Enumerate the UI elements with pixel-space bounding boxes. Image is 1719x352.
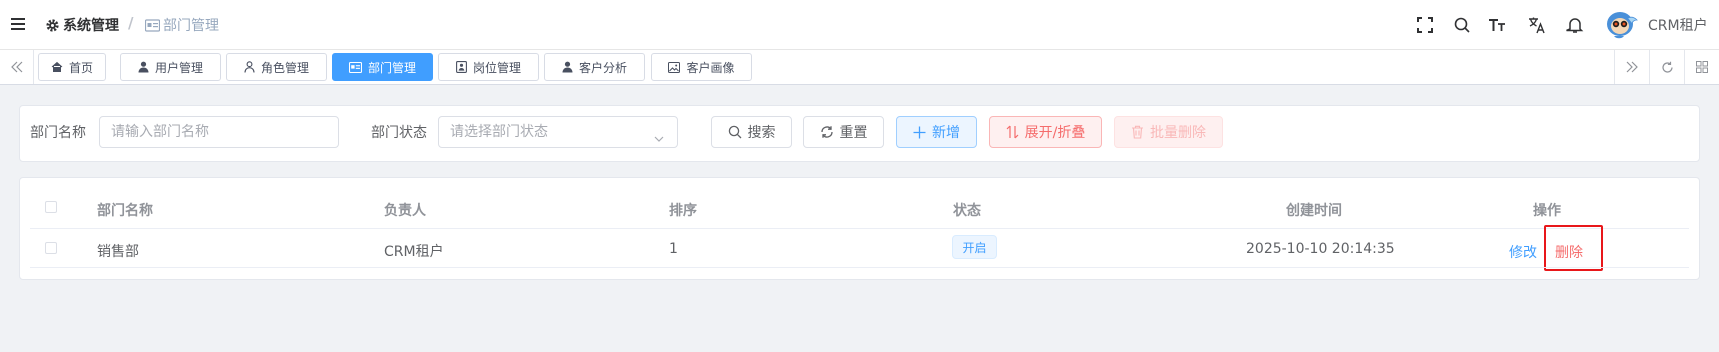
chevron-down-icon [653,126,665,156]
double-chevron-right-icon [1626,61,1638,73]
refresh-icon [820,126,833,138]
column-header-dept-name: 部门名称 [97,203,153,219]
search-button-label: 搜索 [747,125,776,141]
tab-customer-analysis[interactable]: 客户分析 [544,53,645,81]
search-button[interactable]: 搜索 [711,116,792,148]
breadcrumb-current: 部门管理 [145,15,219,35]
select-all-checkbox[interactable] [45,201,57,213]
delete-link[interactable]: 删除 [1555,242,1583,262]
add-button-label: 新增 [932,125,960,141]
refresh-button[interactable] [1649,50,1684,84]
top-navbar: 系统管理 / 部门管理 CRM租户 [0,0,1719,50]
column-header-created-time: 创建时间 [1286,203,1342,219]
column-header-status: 状态 [953,203,981,219]
tab-role-management-label: 角色管理 [260,60,309,75]
id-card-icon [145,18,160,32]
dept-name-placeholder: 请输入部门名称 [111,124,209,140]
reset-button[interactable]: 重置 [803,116,884,148]
tabs-scroll-left-button[interactable] [0,50,34,84]
dept-name-label: 部门名称 [30,125,86,141]
user-outline-icon [244,61,255,73]
avatar-icon[interactable] [1606,9,1642,41]
tags-view-bar: 首页 用户管理 角色管理 部门管理 岗位管理 客户分析 客户画像 [0,50,1719,85]
gear-icon [46,18,59,32]
double-chevron-left-icon [10,61,22,73]
column-header-actions: 操作 [1533,203,1561,219]
dept-status-select[interactable]: 请选择部门状态 [438,116,678,148]
fullscreen-icon[interactable] [1416,16,1434,34]
user-icon [138,61,149,73]
tab-dept-management[interactable]: 部门管理 [332,53,433,81]
add-button[interactable]: 新增 [896,116,977,148]
plus-icon [913,126,926,138]
column-header-sort: 排序 [669,203,697,219]
username[interactable]: CRM租户 [1648,15,1708,35]
badge-icon [456,61,467,73]
cell-leader: CRM租户 [384,244,444,260]
font-size-icon[interactable] [1488,16,1506,34]
tabs-scroll-right-button[interactable] [1614,50,1649,84]
column-header-leader: 负责人 [384,203,426,219]
status-badge: 开启 [952,235,997,259]
dept-status-placeholder: 请选择部门状态 [450,124,548,140]
id-card-icon [348,61,362,73]
edit-link[interactable]: 修改 [1509,242,1537,262]
expand-collapse-button-label: 展开/折叠 [1024,125,1086,141]
batch-delete-button[interactable]: 批量删除 [1114,116,1223,148]
sort-arrows-icon [1006,125,1019,139]
refresh-icon [1661,61,1673,73]
tab-home[interactable]: 首页 [38,53,106,81]
tab-dept-management-label: 部门管理 [367,60,416,75]
hamburger-menu-icon[interactable] [11,17,25,31]
search-form-panel: 部门名称 请输入部门名称 部门状态 请选择部门状态 搜索 重置 新增 展开/折叠… [19,105,1700,162]
dept-name-input[interactable]: 请输入部门名称 [99,116,339,148]
expand-collapse-button[interactable]: 展开/折叠 [989,116,1102,148]
search-icon [728,125,741,139]
batch-delete-button-label: 批量删除 [1150,125,1206,141]
breadcrumb-root-label: 系统管理 [63,18,119,34]
dept-status-label: 部门状态 [371,125,427,141]
row-checkbox[interactable] [45,242,57,254]
tab-role-management[interactable]: 角色管理 [226,53,327,81]
tab-customer-portrait-label: 客户画像 [686,60,735,75]
cell-dept-name: 销售部 [97,244,139,260]
breadcrumb-separator: / [128,14,134,32]
tab-post-management[interactable]: 岗位管理 [438,53,539,81]
tab-user-management-label: 用户管理 [154,60,203,75]
home-icon [51,61,63,72]
user-icon [562,61,573,73]
search-icon[interactable] [1453,16,1471,34]
bell-icon[interactable] [1566,16,1584,34]
picture-icon [668,61,681,73]
tabs-menu-button[interactable] [1684,50,1719,84]
tab-home-label: 首页 [68,60,93,75]
status-badge-label: 开启 [962,240,987,255]
row-divider [30,228,1689,229]
dept-table-panel: 部门名称 负责人 排序 状态 创建时间 操作 销售部 CRM租户 1 开启 20… [19,177,1700,280]
reset-button-label: 重置 [839,125,868,141]
tab-customer-analysis-label: 客户分析 [578,60,627,75]
grid-icon [1696,61,1708,73]
breadcrumb-current-label: 部门管理 [163,18,219,34]
cell-sort: 1 [669,241,678,257]
tab-customer-portrait[interactable]: 客户画像 [651,53,752,81]
tab-post-management-label: 岗位管理 [472,60,521,75]
breadcrumb-root[interactable]: 系统管理 [45,15,119,35]
tab-user-management[interactable]: 用户管理 [120,53,221,81]
row-divider [30,267,1689,268]
cell-created-time: 2025-10-10 20:14:35 [1246,241,1395,257]
translate-icon[interactable] [1528,16,1546,34]
trash-icon [1132,125,1143,139]
